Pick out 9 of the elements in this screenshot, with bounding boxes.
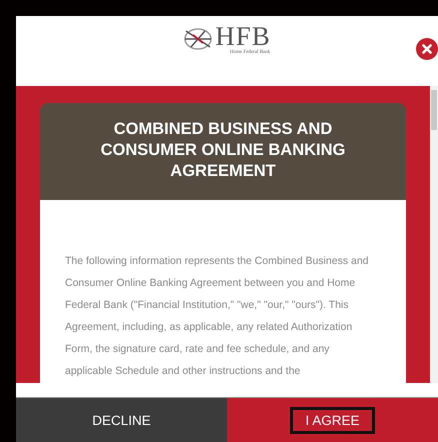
compass-icon — [183, 27, 214, 51]
agree-button[interactable]: I AGREE — [227, 398, 438, 442]
scrollbar[interactable] — [430, 86, 438, 383]
decline-button[interactable]: DECLINE — [16, 398, 227, 442]
agreement-text: The following information represents the Combined Business and Consumer Online Banking Agreement between you and Home Federal Bank ("Financial Institution," "we," "our," "ours"). This Agreement, including, as applicable, any related Authorization Form, the signature card, rate and fee schedule, and any applicable Schedule and other instructions and the — [65, 254, 370, 379]
close-icon — [422, 44, 432, 54]
logo-wordmark: HFB — [215, 22, 271, 50]
agreement-title: COMBINED BUSINESS AND CONSUMER ONLINE BANKING AGREEMENT — [40, 103, 406, 200]
close-button[interactable] — [416, 38, 438, 60]
